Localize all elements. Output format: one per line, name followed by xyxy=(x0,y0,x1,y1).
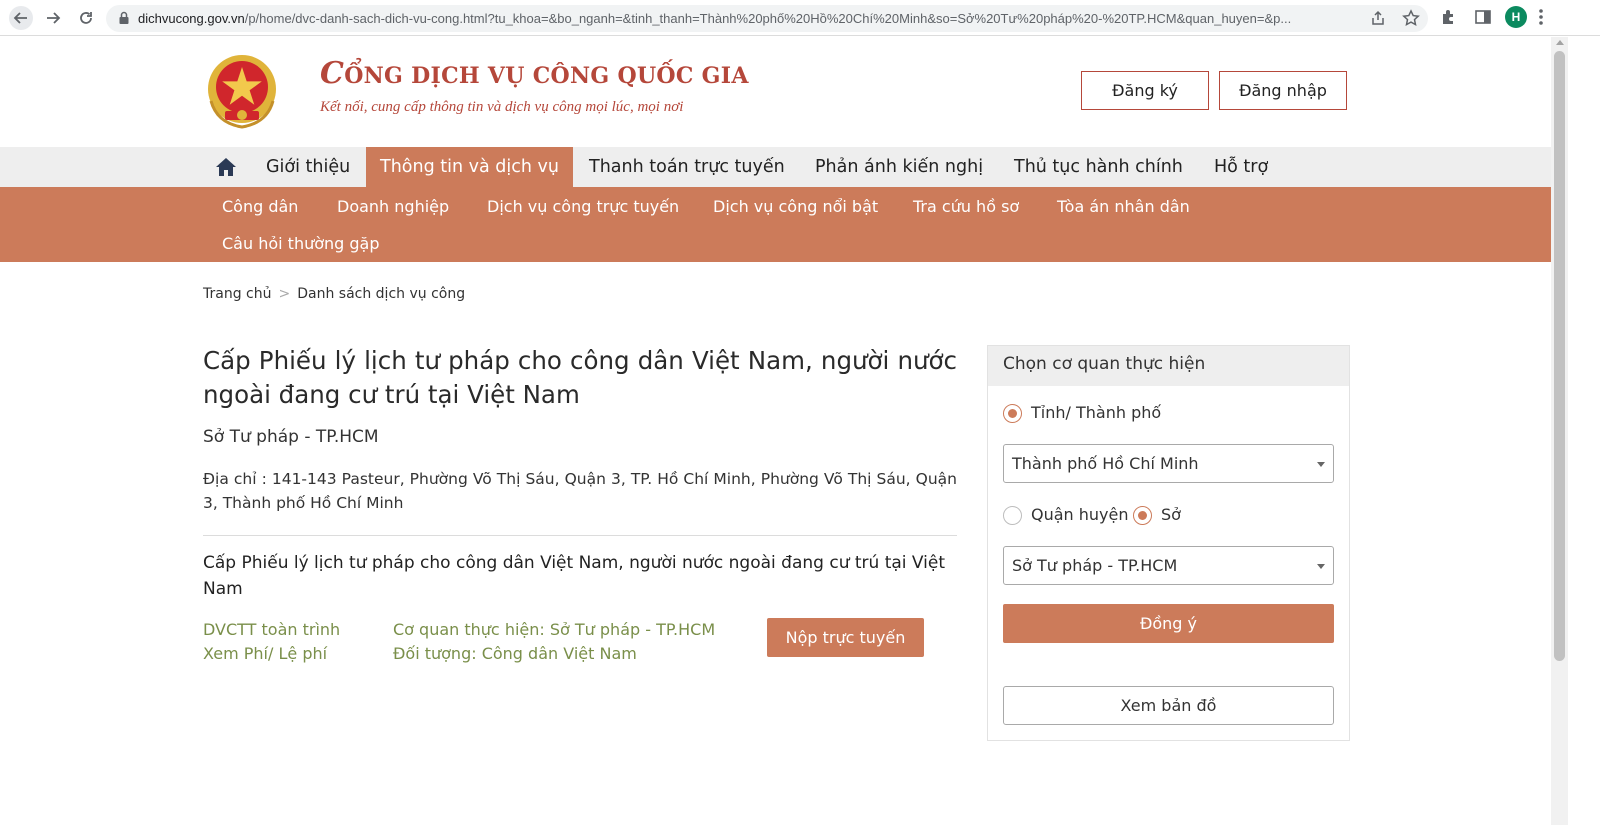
register-button[interactable]: Đăng ký xyxy=(1081,71,1209,110)
service-level: DVCTT toàn trình xyxy=(203,620,341,639)
subnav-item-toa-an[interactable]: Tòa án nhân dân xyxy=(1057,197,1190,216)
agency-filter-panel: Chọn cơ quan thực hiện Tỉnh/ Thành phố T… xyxy=(987,345,1350,741)
url-path: /p/home/dvc-danh-sach-dich-vu-cong.html?… xyxy=(244,11,1292,26)
portal-title: CỔNG DỊCH VỤ CÔNG QUỐC GIA xyxy=(320,56,749,91)
portal-brand[interactable]: CỔNG DỊCH VỤ CÔNG QUỐC GIA Kết nối, cung… xyxy=(320,56,749,116)
kebab-menu-icon[interactable] xyxy=(1538,8,1544,26)
subnav-item-dvc-truc-tuyen[interactable]: Dịch vụ công trực tuyến xyxy=(487,197,679,216)
agree-button[interactable]: Đồng ý xyxy=(1003,604,1334,643)
scroll-up-arrow[interactable] xyxy=(1556,40,1564,45)
browser-toolbar: dichvucong.gov.vn/p/home/dvc-danh-sach-d… xyxy=(0,0,1600,36)
reload-icon xyxy=(80,12,92,24)
lock-icon xyxy=(119,11,129,24)
nav-item-thong-tin-dich-vu[interactable]: Thông tin và dịch vụ xyxy=(366,147,573,187)
nav-item-thanh-toan[interactable]: Thanh toán trực tuyến xyxy=(575,147,799,187)
arrow-right-icon xyxy=(47,12,61,24)
department-select-value: Sở Tư pháp - TP.HCM xyxy=(1012,556,1178,575)
nav-item-thu-tuc[interactable]: Thủ tục hành chính xyxy=(1000,147,1197,187)
panel-title: Chọn cơ quan thực hiện xyxy=(988,346,1349,386)
bookmark-star-icon[interactable] xyxy=(1402,9,1420,27)
section-divider xyxy=(203,535,957,536)
nav-item-ho-tro[interactable]: Hỗ trợ xyxy=(1200,147,1282,187)
portal-title-initial: C xyxy=(320,56,345,91)
subnav-item-tra-cuu[interactable]: Tra cứu hồ sơ xyxy=(913,197,1019,216)
national-emblem-logo[interactable] xyxy=(203,51,281,131)
portal-tagline: Kết nối, cung cấp thông tin và dịch vụ c… xyxy=(320,99,684,115)
executing-agency: Cơ quan thực hiện: Sở Tư pháp - TP.HCM xyxy=(393,620,716,639)
subnav-item-doanh-nghiep[interactable]: Doanh nghiệp xyxy=(337,197,449,216)
address-bar[interactable]: dichvucong.gov.vn/p/home/dvc-danh-sach-d… xyxy=(106,5,1428,32)
main-navigation: Giới thiệu Thông tin và dịch vụ Thanh to… xyxy=(0,147,1551,187)
radio-province[interactable] xyxy=(1003,404,1022,423)
view-map-button[interactable]: Xem bản đồ xyxy=(1003,686,1334,725)
url-text: dichvucong.gov.vn/p/home/dvc-danh-sach-d… xyxy=(138,11,1348,26)
radio-department-label[interactable]: Sở xyxy=(1161,505,1181,524)
share-icon[interactable] xyxy=(1370,10,1386,26)
radio-district[interactable] xyxy=(1003,506,1022,525)
arrow-left-icon xyxy=(13,12,27,24)
forward-button[interactable] xyxy=(41,6,65,30)
province-select-value: Thành phố Hồ Chí Minh xyxy=(1012,454,1199,473)
agency-address: Địa chỉ : 141-143 Pasteur, Phường Võ Thị… xyxy=(203,470,957,512)
department-select[interactable]: Sở Tư pháp - TP.HCM xyxy=(1003,546,1334,585)
nav-item-gioi-thieu[interactable]: Giới thiệu xyxy=(252,147,364,187)
fee-link[interactable]: Xem Phí/ Lệ phí xyxy=(203,644,327,663)
scrollbar-thumb[interactable] xyxy=(1554,51,1565,661)
chevron-down-icon xyxy=(1317,462,1325,467)
breadcrumb-separator: > xyxy=(278,286,291,302)
service-name-link[interactable]: Cấp Phiếu lý lịch tư pháp cho công dân V… xyxy=(203,550,957,602)
portal-title-rest: ỔNG DỊCH VỤ CÔNG QUỐC GIA xyxy=(344,63,749,89)
service-target: Đối tượng: Công dân Việt Nam xyxy=(393,644,637,663)
url-host: dichvucong.gov.vn xyxy=(138,11,245,26)
radio-district-label[interactable]: Quận huyện xyxy=(1031,505,1129,524)
breadcrumb-home-link[interactable]: Trang chủ xyxy=(203,286,271,302)
page-title: Cấp Phiếu lý lịch tư pháp cho công dân V… xyxy=(203,346,957,409)
chevron-down-icon xyxy=(1317,564,1325,569)
province-select[interactable]: Thành phố Hồ Chí Minh xyxy=(1003,444,1334,483)
subnav-item-cong-dan[interactable]: Công dân xyxy=(222,197,298,216)
agency-name: Sở Tư pháp - TP.HCM xyxy=(203,427,379,447)
breadcrumb-current: Danh sách dịch vụ công xyxy=(297,286,466,302)
home-icon[interactable] xyxy=(215,157,237,177)
subnav-item-faq[interactable]: Câu hỏi thường gặp xyxy=(222,234,380,253)
page-scrollbar[interactable] xyxy=(1551,37,1568,825)
side-panel-icon[interactable] xyxy=(1474,8,1492,26)
subnav-item-dvc-noi-bat[interactable]: Dịch vụ công nổi bật xyxy=(713,197,878,216)
radio-department[interactable] xyxy=(1133,506,1152,525)
submit-online-button[interactable]: Nộp trực tuyến xyxy=(767,618,924,657)
login-button[interactable]: Đăng nhập xyxy=(1219,71,1347,110)
extensions-puzzle-icon[interactable] xyxy=(1440,8,1458,26)
reload-button[interactable] xyxy=(74,6,98,30)
nav-item-phan-anh[interactable]: Phản ánh kiến nghị xyxy=(801,147,997,187)
breadcrumb: Trang chủ > Danh sách dịch vụ công xyxy=(203,286,465,302)
back-button[interactable] xyxy=(9,6,33,30)
profile-avatar[interactable]: H xyxy=(1505,6,1527,28)
sub-navigation: Công dân Doanh nghiệp Dịch vụ công trực … xyxy=(0,187,1551,262)
radio-province-label[interactable]: Tỉnh/ Thành phố xyxy=(1031,403,1161,422)
